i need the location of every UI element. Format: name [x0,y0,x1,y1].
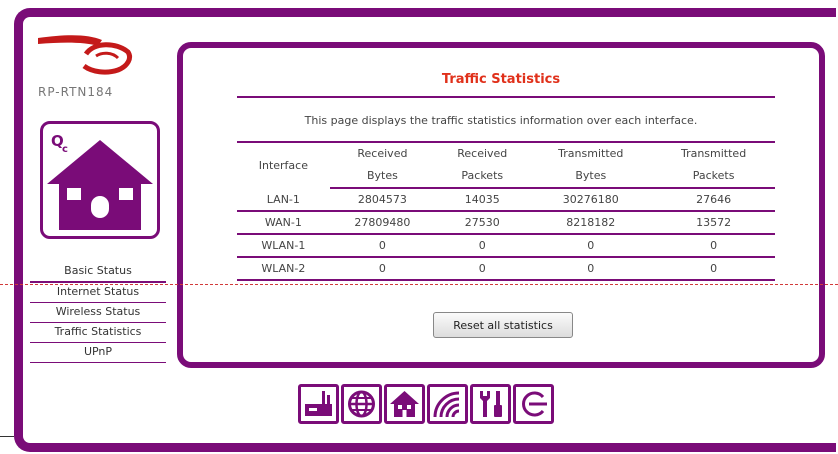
table-cell: 13572 [652,211,775,235]
table-cell: WLAN-1 [237,234,330,258]
sidebar-item-upnp[interactable]: UPnP [30,343,166,363]
globe-icon[interactable] [341,384,382,424]
content-panel: Traffic Statistics This page displays th… [177,42,825,368]
page-description: This page displays the traffic statistic… [304,114,698,127]
column-header: Transmitted [680,147,747,160]
sidebar-item-traffic-statistics[interactable]: Traffic Statistics [30,323,166,343]
traffic-table: Interface Received Received Transmitted … [237,143,775,281]
table-cell: 0 [435,234,530,258]
sidebar-item-internet-status[interactable]: Internet Status [30,283,166,303]
svg-text:c: c [62,144,68,155]
table-cell: 14035 [435,188,530,212]
house-icon: Q c [47,132,153,230]
wireless-icon[interactable] [427,384,468,424]
table-cell: 0 [329,257,436,281]
router-icon[interactable] [298,384,339,424]
sidebar-nav: Basic Status Internet Status Wireless St… [30,262,166,363]
table-cell: 30276180 [529,188,653,212]
table-row: WLAN-1 0 0 0 0 [237,234,775,258]
table-cell: 2804573 [329,188,436,212]
model-name: RP-RTN184 [38,85,114,99]
table-cell: LAN-1 [237,188,330,212]
table-cell: 27646 [652,188,775,212]
sidebar-item-wireless-status[interactable]: Wireless Status [30,303,166,323]
column-header: Received [357,147,408,160]
home-graphic: Q c [40,121,160,239]
table-cell: 0 [529,257,653,281]
column-header: Packets [652,165,775,189]
reset-statistics-button[interactable]: Reset all statistics [433,312,573,338]
table-cell: 0 [652,234,775,258]
title-divider [237,96,775,98]
table-cell: 27809480 [329,211,436,235]
table-cell: WLAN-2 [237,257,330,281]
table-cell: 0 [435,257,530,281]
table-row: WAN-1 27809480 27530 8218182 13572 [237,211,775,235]
table-cell: 8218182 [529,211,653,235]
tools-icon[interactable] [470,384,511,424]
bottom-toolbar [298,384,556,430]
table-cell: 0 [652,257,775,281]
table-cell: 0 [329,234,436,258]
table-row: WLAN-2 0 0 0 0 [237,257,775,281]
page-title: Traffic Statistics [441,72,561,87]
logout-icon[interactable] [513,384,554,424]
brand-logo [38,35,133,75]
home-icon[interactable] [384,384,425,424]
column-header: Interface [258,158,308,172]
column-header: Bytes [529,165,653,189]
column-header: Packets [435,165,530,189]
edge-line [0,436,14,437]
dashed-guide-line [0,284,838,285]
sidebar-item-basic-status[interactable]: Basic Status [30,262,166,283]
table-row: LAN-1 2804573 14035 30276180 27646 [237,188,775,212]
column-header: Bytes [329,165,436,189]
table-cell: 27530 [435,211,530,235]
table-cell: 0 [529,234,653,258]
table-cell: WAN-1 [237,211,330,235]
column-header: Transmitted [558,147,624,160]
column-header: Received [457,147,508,160]
